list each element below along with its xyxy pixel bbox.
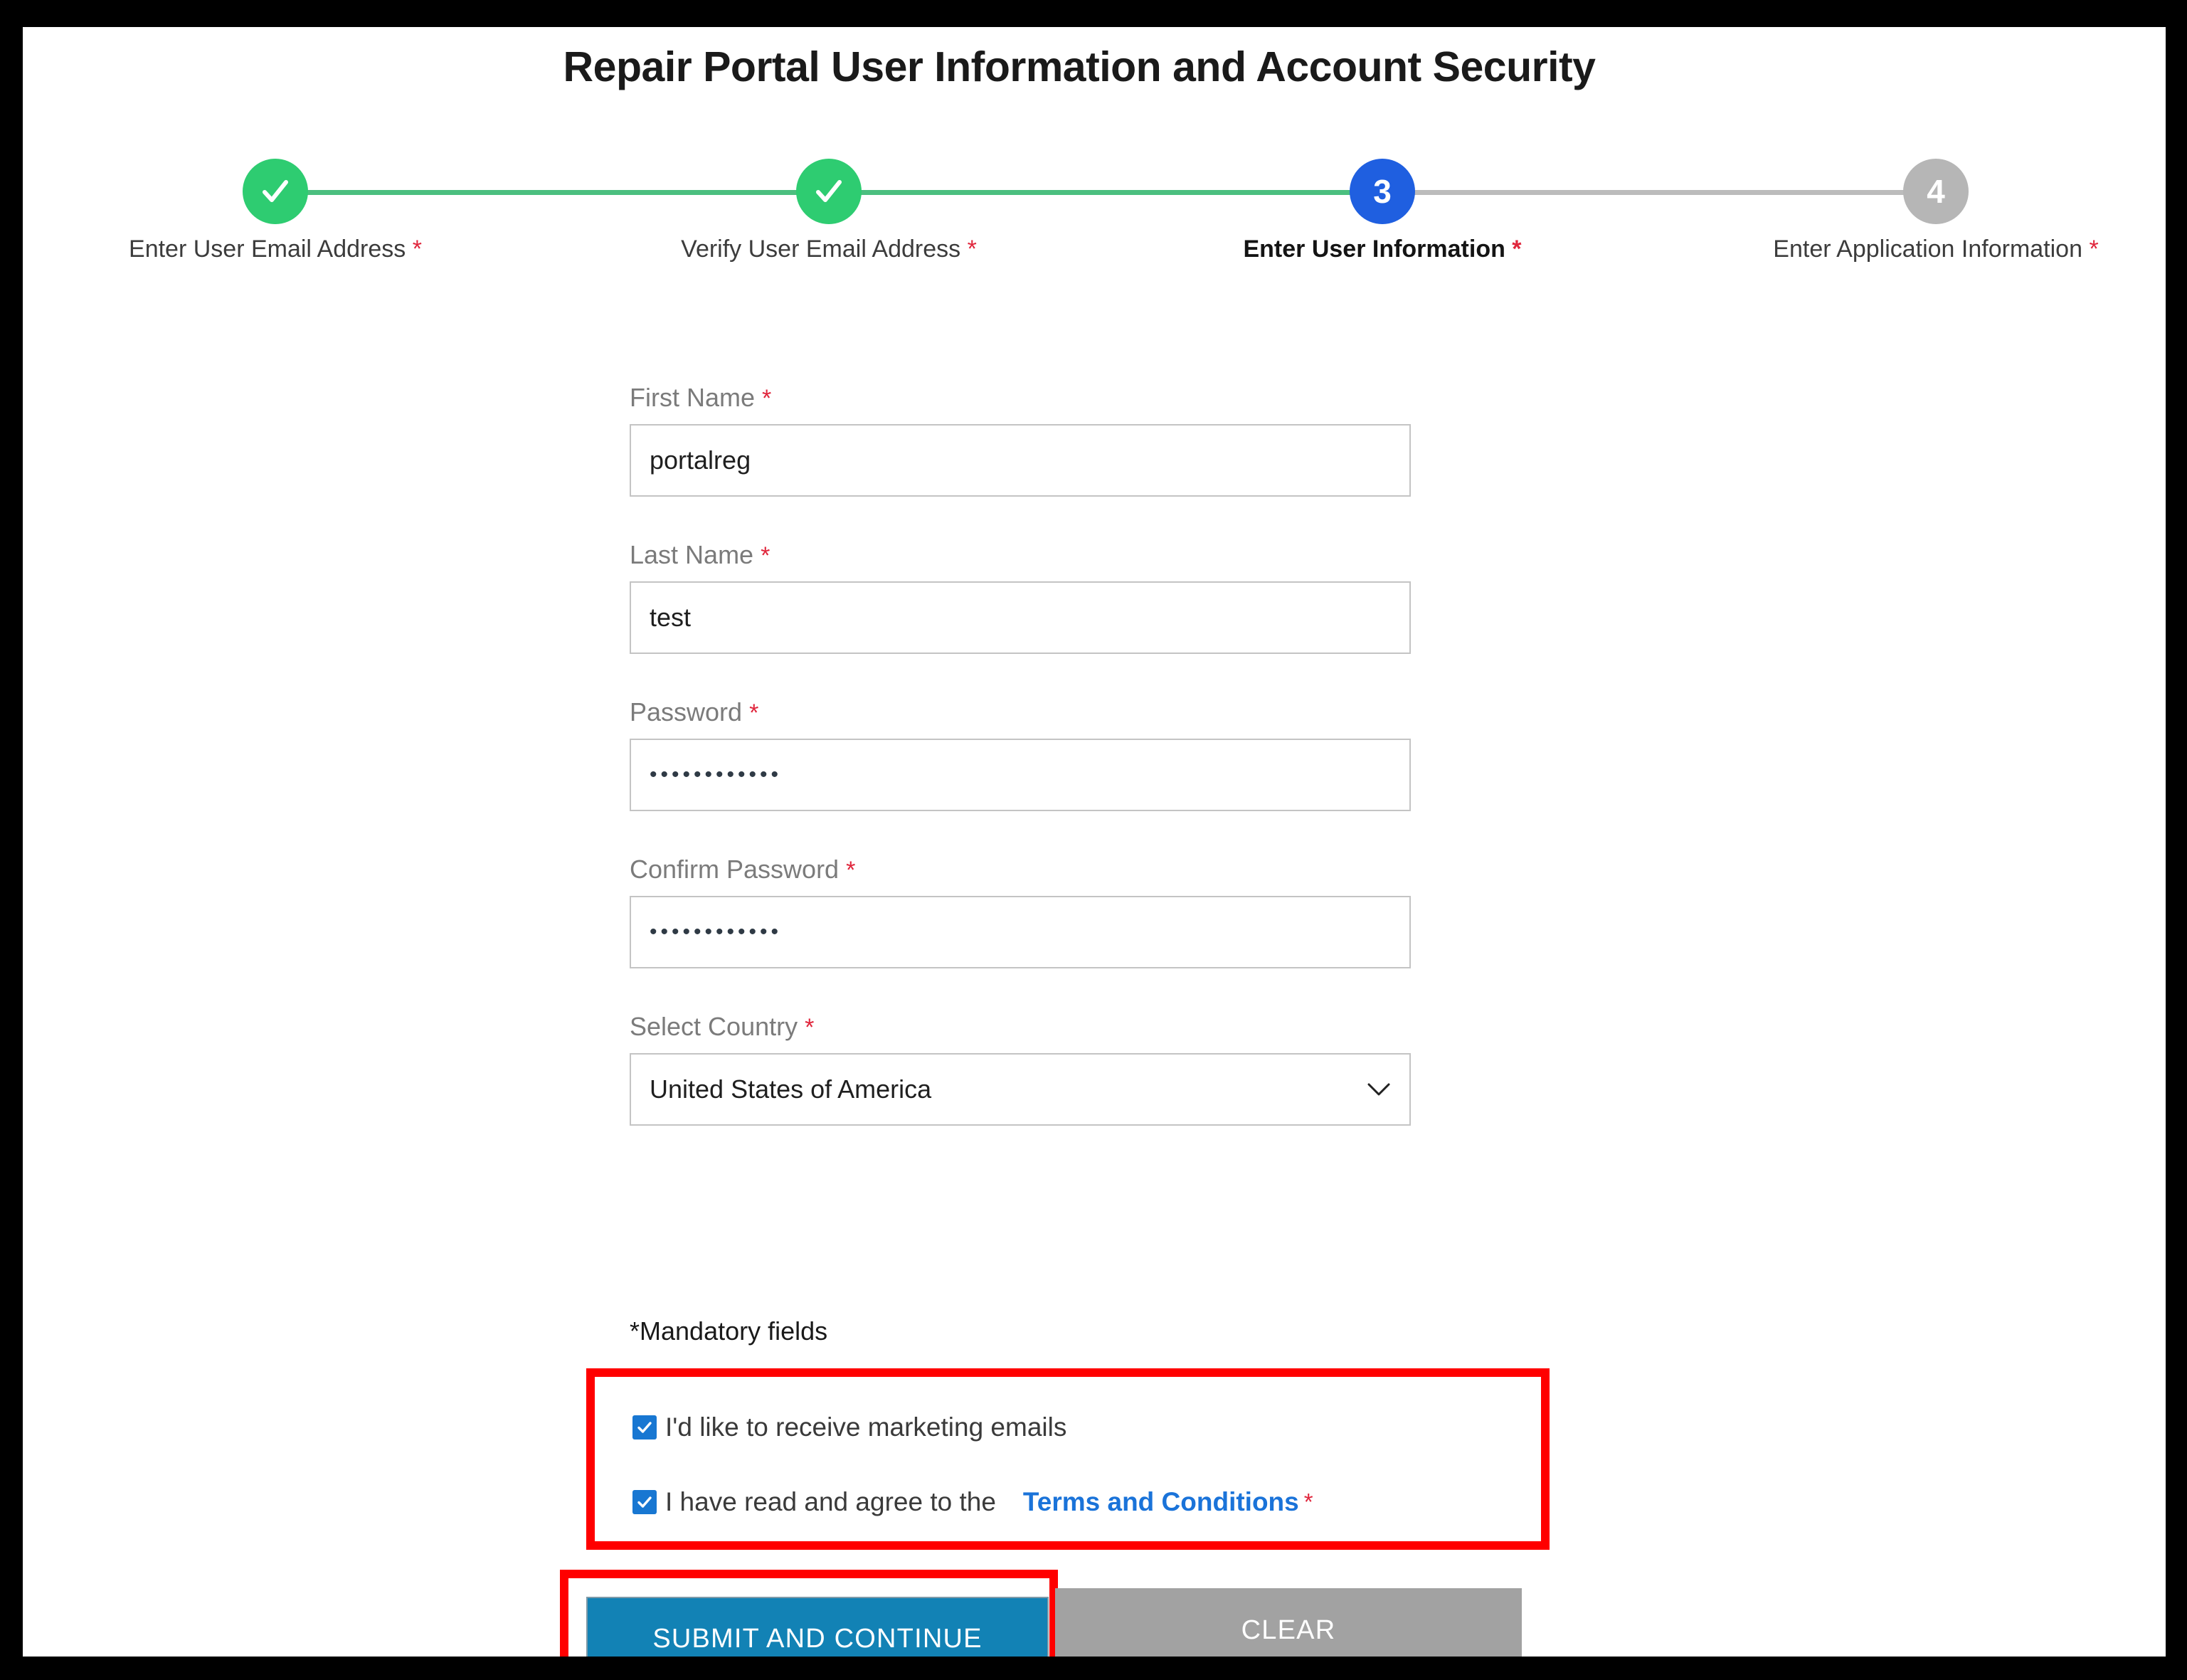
last-name-label: Last Name * xyxy=(630,540,1412,570)
confirm-password-label: Confirm Password * xyxy=(630,855,1412,884)
step-number-badge-4: 4 xyxy=(1903,159,1969,224)
confirm-password-required-marker: * xyxy=(846,857,856,884)
stepper-label-3-text: Enter User Information xyxy=(1243,236,1505,263)
last-name-field-group: Last Name * test xyxy=(630,540,1412,654)
stepper-label-4-text: Enter Application Information xyxy=(1773,236,2083,263)
country-label: Select Country * xyxy=(630,1012,1412,1042)
step-number-3: 3 xyxy=(1373,173,1392,210)
progress-stepper: Enter User Email Address * Verify User E… xyxy=(23,159,2166,294)
stepper-label-2-text: Verify User Email Address xyxy=(681,236,961,263)
password-input[interactable]: •••••••••••• xyxy=(630,739,1411,811)
stepper-required-marker-2: * xyxy=(967,236,977,263)
terms-and-conditions-link[interactable]: Terms and Conditions xyxy=(1023,1487,1299,1517)
password-label: Password * xyxy=(630,697,1412,727)
first-name-required-marker: * xyxy=(762,385,772,412)
last-name-label-text: Last Name xyxy=(630,540,754,569)
page-canvas: Repair Portal User Information and Accou… xyxy=(23,27,2166,1657)
step-number-badge-3: 3 xyxy=(1350,159,1415,224)
country-label-text: Select Country xyxy=(630,1012,798,1041)
user-information-form: First Name * portalreg Last Name * test … xyxy=(630,383,1412,1126)
country-select[interactable]: United States of America xyxy=(630,1053,1411,1126)
clear-button[interactable]: CLEAR xyxy=(1055,1588,1522,1657)
stepper-label-2: Verify User Email Address * xyxy=(681,236,977,263)
stepper-label-1: Enter User Email Address * xyxy=(129,236,422,263)
step-number-4: 4 xyxy=(1927,173,1945,210)
country-field-group: Select Country * United States of Americ… xyxy=(630,1012,1412,1126)
password-field-group: Password * •••••••••••• xyxy=(630,697,1412,811)
check-icon xyxy=(796,159,862,224)
marketing-consent-row[interactable]: I'd like to receive marketing emails xyxy=(632,1412,1066,1442)
stepper-connector-2-3 xyxy=(829,190,1382,195)
stepper-required-marker-1: * xyxy=(412,236,422,263)
terms-consent-row[interactable]: I have read and agree to the Terms and C… xyxy=(632,1487,1313,1517)
stepper-connector-1-2 xyxy=(275,190,829,195)
submit-highlight-box: SUBMIT AND CONTINUE xyxy=(560,1570,1058,1657)
confirm-password-field-group: Confirm Password * •••••••••••• xyxy=(630,855,1412,968)
first-name-input[interactable]: portalreg xyxy=(630,424,1411,497)
stepper-required-marker-3: * xyxy=(1512,236,1522,263)
field-spacer xyxy=(630,968,1412,1012)
terms-agreement-label: I have read and agree to the xyxy=(665,1487,996,1516)
country-required-marker: * xyxy=(805,1014,815,1041)
country-select-wrapper: United States of America xyxy=(630,1053,1411,1126)
terms-required-marker: * xyxy=(1303,1489,1313,1515)
page-title: Repair Portal User Information and Accou… xyxy=(563,43,1596,90)
check-icon xyxy=(243,159,308,224)
last-name-input[interactable]: test xyxy=(630,581,1411,654)
stepper-label-4: Enter Application Information * xyxy=(1773,236,2098,263)
first-name-label: First Name * xyxy=(630,383,1412,413)
confirm-password-input[interactable]: •••••••••••• xyxy=(630,896,1411,968)
stepper-connector-3-4 xyxy=(1382,190,1936,195)
first-name-label-text: First Name xyxy=(630,383,756,412)
submit-and-continue-button[interactable]: SUBMIT AND CONTINUE xyxy=(586,1597,1049,1657)
screenshot-frame: Repair Portal User Information and Accou… xyxy=(0,0,2187,1680)
stepper-label-3: Enter User Information * xyxy=(1243,236,1521,263)
stepper-required-marker-4: * xyxy=(2089,236,2099,263)
terms-agreement-checkbox[interactable] xyxy=(632,1490,657,1514)
field-spacer xyxy=(630,497,1412,540)
first-name-field-group: First Name * portalreg xyxy=(630,383,1412,497)
password-label-text: Password xyxy=(630,697,743,727)
marketing-emails-label: I'd like to receive marketing emails xyxy=(665,1412,1067,1442)
marketing-emails-checkbox[interactable] xyxy=(632,1415,657,1439)
last-name-required-marker: * xyxy=(761,542,771,569)
stepper-label-1-text: Enter User Email Address xyxy=(129,236,406,263)
confirm-password-label-text: Confirm Password xyxy=(630,855,840,884)
field-spacer xyxy=(630,654,1412,697)
mandatory-fields-note: *Mandatory fields xyxy=(630,1316,828,1346)
field-spacer xyxy=(630,811,1412,855)
password-required-marker: * xyxy=(749,699,759,727)
consents-highlight-box: I'd like to receive marketing emails I h… xyxy=(586,1368,1550,1550)
